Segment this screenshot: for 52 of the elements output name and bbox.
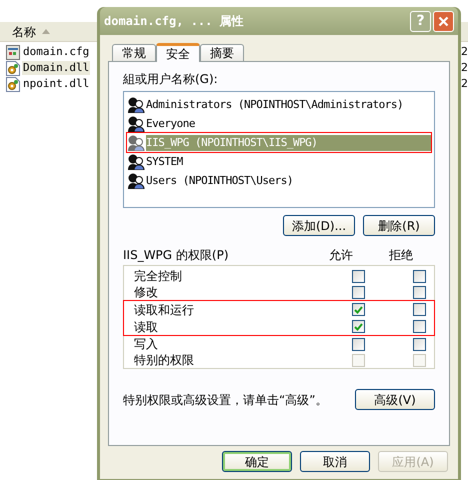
sort-up-icon xyxy=(42,29,50,34)
gear-file-icon xyxy=(6,60,20,76)
tab[interactable]: 常规 xyxy=(112,44,156,61)
checkbox[interactable] xyxy=(352,270,365,282)
user-group-icon xyxy=(127,96,145,112)
tab[interactable]: 安全 xyxy=(156,43,200,62)
checkbox[interactable] xyxy=(413,303,426,316)
user-item[interactable]: Everyone xyxy=(146,116,431,132)
checkbox[interactable] xyxy=(352,320,365,333)
user-group-icon xyxy=(127,116,145,132)
dialog-button[interactable]: 取消 xyxy=(300,451,370,472)
user-item[interactable]: Administrators (NPOINTHOST\Administrators) xyxy=(146,96,431,112)
checkbox[interactable] xyxy=(352,303,365,316)
settings-file-icon xyxy=(6,44,20,60)
advanced-button[interactable]: 高级(V) xyxy=(355,389,435,410)
checkbox[interactable] xyxy=(413,286,426,298)
user-item[interactable]: Users (NPOINTHOST\Users) xyxy=(146,172,431,188)
close-icon xyxy=(438,16,449,26)
column-header: 拒绝 xyxy=(389,249,414,261)
group-label: 組或用户名称(G): xyxy=(123,72,219,86)
user-group-icon xyxy=(127,154,145,170)
permission-name: 读取 xyxy=(133,320,159,332)
add-button[interactable]: 添加(D)... xyxy=(283,215,355,236)
user-group-icon xyxy=(127,172,145,188)
table-cell: 2 xyxy=(461,44,468,60)
close-button[interactable] xyxy=(433,10,454,32)
tab[interactable]: 摘要 xyxy=(200,44,244,61)
permission-name: 特别的权限 xyxy=(133,354,195,366)
file-name[interactable]: domain.cfg xyxy=(22,45,90,59)
permission-name: 修改 xyxy=(133,286,159,298)
table-cell: 2 xyxy=(461,60,468,76)
column-header: 允许 xyxy=(329,249,354,261)
file-name[interactable]: Domain.dll xyxy=(22,61,90,75)
dialog-button[interactable]: 确定 xyxy=(222,451,292,472)
checkbox[interactable] xyxy=(413,320,426,333)
permissions-label: IIS_WPG 的权限(P) xyxy=(123,249,230,261)
file-name[interactable]: npoint.dll xyxy=(22,77,90,91)
user-item[interactable]: SYSTEM xyxy=(146,154,431,170)
checkbox[interactable] xyxy=(413,270,426,282)
checkbox[interactable] xyxy=(413,338,426,350)
permission-name: 读取和运行 xyxy=(133,304,195,316)
gear-file-icon xyxy=(6,76,20,92)
hint-text: 特别权限或高级设置，请单击“高级”。 xyxy=(123,394,328,406)
remove-button[interactable]: 删除(R) xyxy=(363,215,435,236)
user-group-icon xyxy=(127,134,145,150)
window-title: domain.cfg, ... 属性 xyxy=(104,13,244,30)
column-header[interactable]: 名称 xyxy=(12,26,36,38)
permission-name: 写入 xyxy=(133,338,159,350)
permission-name: 完全控制 xyxy=(133,270,183,282)
table-cell: 2 xyxy=(461,76,468,92)
checkbox[interactable] xyxy=(352,286,365,298)
checkbox[interactable] xyxy=(352,338,365,350)
